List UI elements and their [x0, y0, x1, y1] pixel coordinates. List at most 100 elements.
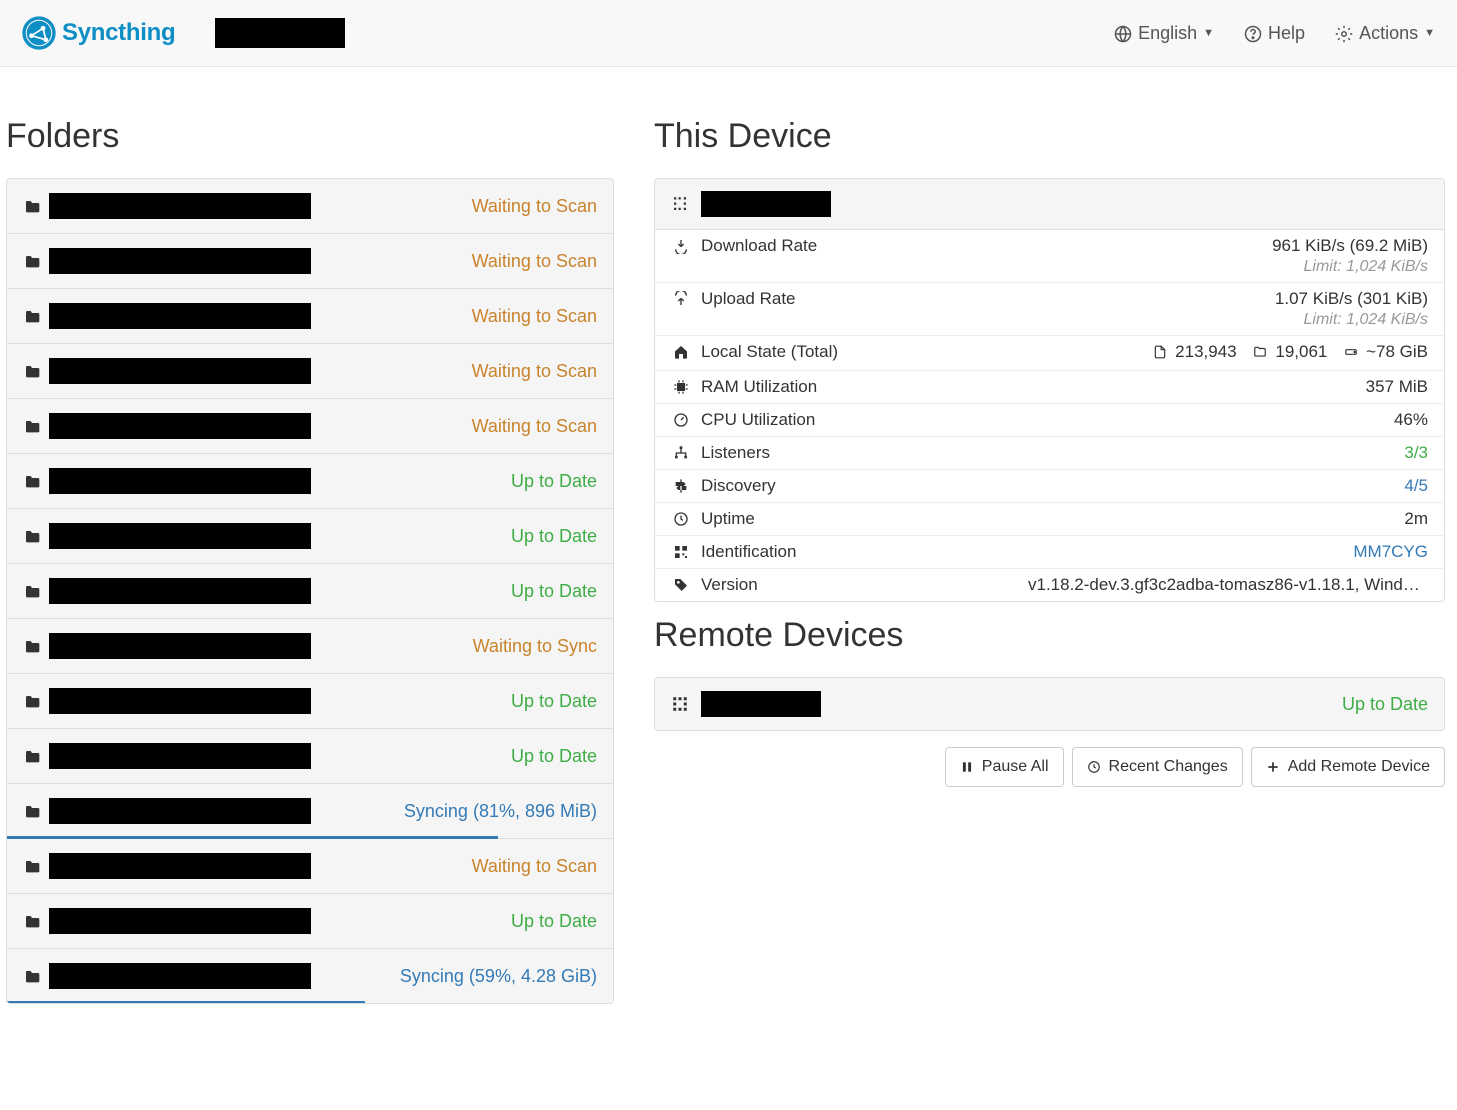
folder-status: Up to Date: [511, 581, 597, 602]
listeners-value[interactable]: 3/3: [1404, 443, 1428, 463]
caret-down-icon: ▼: [1203, 27, 1214, 39]
pause-all-button[interactable]: Pause All: [945, 747, 1064, 787]
uptime-label: Uptime: [701, 509, 755, 529]
discovery-value[interactable]: 4/5: [1404, 476, 1428, 496]
discovery-label: Discovery: [701, 476, 776, 496]
folder-name-redacted: [49, 578, 311, 604]
folder-status: Syncing (59%, 4.28 GiB): [400, 966, 597, 987]
folder-name-redacted: [49, 963, 311, 989]
tag-icon: [671, 576, 691, 594]
folder-row[interactable]: Syncing (81%, 896 MiB): [7, 784, 613, 839]
folders-heading: Folders: [6, 117, 614, 156]
folder-row[interactable]: Waiting to Scan: [7, 179, 613, 234]
uptime-value: 2m: [1404, 509, 1428, 529]
upload-icon: [671, 290, 691, 308]
folder-row[interactable]: Up to Date: [7, 564, 613, 619]
folder-row[interactable]: Up to Date: [7, 454, 613, 509]
folder-name-redacted: [49, 468, 311, 494]
ram-label: RAM Utilization: [701, 377, 817, 397]
folder-icon: [23, 856, 47, 877]
upload-limit: Limit: 1,024 KiB/s: [671, 311, 1428, 329]
folder-icon: [23, 251, 47, 272]
folder-status: Waiting to Scan: [472, 856, 597, 877]
identification-value[interactable]: MM7CYG: [1353, 542, 1428, 562]
folder-row[interactable]: Waiting to Scan: [7, 234, 613, 289]
download-rate-label: Download Rate: [701, 236, 817, 256]
folder-name-redacted: [49, 853, 311, 879]
folder-status: Waiting to Scan: [472, 416, 597, 437]
history-icon: [1087, 758, 1101, 776]
folder-status: Waiting to Scan: [472, 306, 597, 327]
cpu-value: 46%: [1394, 410, 1428, 430]
folder-row[interactable]: Waiting to Scan: [7, 399, 613, 454]
actions-menu[interactable]: Actions ▼: [1335, 23, 1435, 44]
folder-row[interactable]: Up to Date: [7, 674, 613, 729]
folder-row[interactable]: Waiting to Scan: [7, 289, 613, 344]
folder-name-redacted: [49, 193, 311, 219]
remote-device-row[interactable]: Up to Date: [655, 678, 1444, 730]
upload-rate-value: 1.07 KiB/s (301 KiB): [1275, 289, 1428, 309]
folder-icon: [23, 581, 47, 602]
ram-value: 357 MiB: [1366, 377, 1428, 397]
folder-icon: [23, 361, 47, 382]
this-device-panel: Download Rate 961 KiB/s (69.2 MiB) Limit…: [654, 178, 1445, 602]
folder-name-redacted: [49, 413, 311, 439]
folder-row[interactable]: Waiting to Scan: [7, 839, 613, 894]
syncthing-logo-icon: [22, 16, 56, 50]
chip-icon: [671, 378, 691, 396]
help-menu[interactable]: Help: [1244, 23, 1305, 44]
version-label: Version: [701, 575, 758, 595]
device-name-redacted: [215, 18, 345, 48]
folders-panel: Waiting to Scan Waiting to Scan Waiting to…: [6, 178, 614, 1004]
folder-name-redacted: [49, 358, 311, 384]
this-device-header[interactable]: [655, 179, 1444, 230]
brand-text: Syncthing: [62, 19, 175, 47]
home-icon: [671, 343, 691, 361]
folder-name-redacted: [49, 248, 311, 274]
folder-icon: [23, 801, 47, 822]
folder-status: Waiting to Scan: [472, 251, 597, 272]
folder-name-redacted: [49, 743, 311, 769]
cpu-label: CPU Utilization: [701, 410, 815, 430]
folder-icon: [23, 526, 47, 547]
listeners-label: Listeners: [701, 443, 770, 463]
upload-rate-label: Upload Rate: [701, 289, 796, 309]
plus-icon: [1266, 758, 1280, 776]
remote-device-panel: Up to Date: [654, 677, 1445, 731]
folder-row[interactable]: Syncing (59%, 4.28 GiB): [7, 949, 613, 1003]
folder-icon: [23, 306, 47, 327]
folder-status: Up to Date: [511, 911, 597, 932]
help-icon: [1244, 23, 1262, 44]
folder-name-redacted: [49, 523, 311, 549]
language-menu[interactable]: English ▼: [1114, 23, 1214, 44]
folder-row[interactable]: Waiting to Scan: [7, 344, 613, 399]
folder-name-redacted: [49, 303, 311, 329]
add-remote-device-button[interactable]: Add Remote Device: [1251, 747, 1445, 787]
folder-row[interactable]: Up to Date: [7, 729, 613, 784]
download-icon: [671, 237, 691, 255]
globe-icon: [1114, 23, 1132, 44]
folder-icon: [23, 636, 47, 657]
identification-label: Identification: [701, 542, 796, 562]
folder-icon: [23, 416, 47, 437]
version-value: v1.18.2-dev.3.gf3c2adba-tomasz86-v1.18.1…: [1028, 575, 1428, 595]
folder-row[interactable]: Up to Date: [7, 894, 613, 949]
qrcode-icon: [671, 543, 691, 561]
folder-status: Waiting to Scan: [472, 196, 597, 217]
remote-device-status: Up to Date: [1342, 694, 1428, 715]
signpost-icon: [671, 477, 691, 495]
clock-icon: [671, 510, 691, 528]
this-device-heading: This Device: [654, 117, 1445, 156]
folder-status: Waiting to Scan: [472, 361, 597, 382]
remote-actions-row: Pause All Recent Changes Add Remote Devi…: [654, 747, 1445, 787]
local-state-label: Local State (Total): [701, 342, 838, 362]
brand-block[interactable]: Syncthing: [22, 16, 175, 50]
folder-icon: [23, 196, 47, 217]
recent-changes-button[interactable]: Recent Changes: [1072, 747, 1243, 787]
pause-icon: [960, 758, 974, 776]
folder-row[interactable]: Up to Date: [7, 509, 613, 564]
device-icon: [671, 695, 689, 713]
remote-device-name-redacted: [701, 691, 821, 717]
sitemap-icon: [671, 444, 691, 462]
folder-row[interactable]: Waiting to Sync: [7, 619, 613, 674]
